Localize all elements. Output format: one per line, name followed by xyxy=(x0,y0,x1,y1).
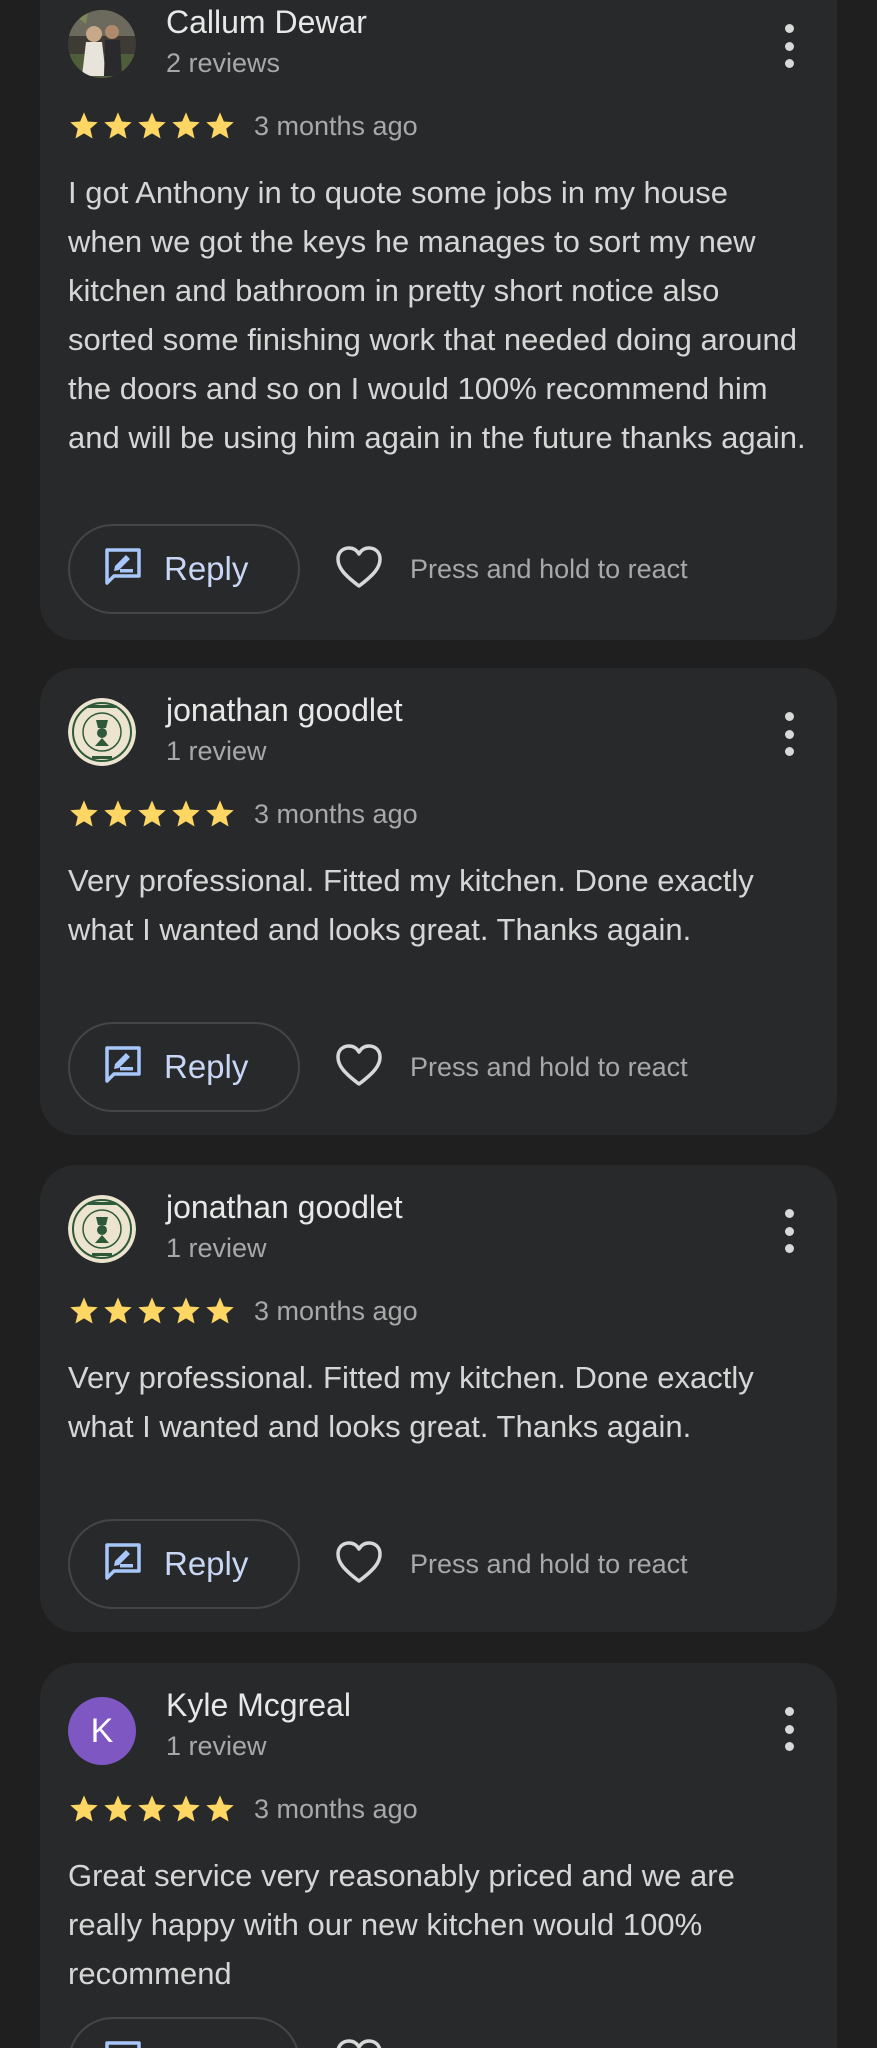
more-vertical-icon[interactable] xyxy=(779,1209,799,1253)
star-icon xyxy=(104,800,132,827)
review-time: 3 months ago xyxy=(254,798,418,829)
star-rating xyxy=(68,110,238,142)
avatar[interactable] xyxy=(68,10,136,78)
star-rating xyxy=(68,798,238,830)
review-time: 3 months ago xyxy=(254,110,418,141)
rating-row: 3 months ago xyxy=(68,796,418,832)
review-card: Callum Dewar 2 reviews 3 months ago I go… xyxy=(40,0,837,640)
more-vertical-icon[interactable] xyxy=(779,1707,799,1751)
react-button[interactable]: Press and hold to react xyxy=(334,2017,688,2048)
react-button[interactable]: Press and hold to react xyxy=(334,1519,688,1609)
react-button[interactable]: Press and hold to react xyxy=(334,524,688,614)
star-icon xyxy=(206,112,234,139)
star-icon xyxy=(138,112,166,139)
star-icon xyxy=(206,800,234,827)
react-label: Press and hold to react xyxy=(410,1051,688,1082)
review-card: jonathan goodlet 1 review 3 months ago V… xyxy=(40,1165,837,1632)
review-card: jonathan goodlet 1 review 3 months ago V… xyxy=(40,668,837,1135)
more-vertical-icon[interactable] xyxy=(779,24,799,68)
star-icon xyxy=(104,112,132,139)
heart-outline-icon xyxy=(334,1539,384,1590)
star-icon xyxy=(70,1795,98,1822)
review-text: I got Anthony in to quote some jobs in m… xyxy=(68,175,806,455)
react-button[interactable]: Press and hold to react xyxy=(334,1022,688,1112)
review-time: 3 months ago xyxy=(254,1295,418,1326)
star-icon xyxy=(172,1795,200,1822)
rating-row: 3 months ago xyxy=(68,108,418,144)
avatar[interactable]: K xyxy=(68,1697,136,1765)
edit-reply-icon xyxy=(102,546,144,593)
react-label: Press and hold to react xyxy=(410,553,688,584)
reply-button[interactable]: Reply xyxy=(68,2017,300,2048)
reply-button[interactable]: Reply xyxy=(68,1022,300,1112)
review-card: K Kyle Mcgreal 1 review 3 months ago Gre… xyxy=(40,1663,837,2048)
review-time: 3 months ago xyxy=(254,1793,418,1824)
rating-row: 3 months ago xyxy=(68,1791,418,1827)
reply-label: Reply xyxy=(164,2043,248,2048)
star-icon xyxy=(172,1297,200,1324)
star-icon xyxy=(104,1297,132,1324)
star-icon xyxy=(104,1795,132,1822)
edit-reply-icon xyxy=(102,1541,144,1588)
reviewer-name[interactable]: Kyle Mcgreal xyxy=(166,1687,351,1724)
reviewer-name[interactable]: jonathan goodlet xyxy=(166,1189,403,1226)
star-rating xyxy=(68,1295,238,1327)
star-icon xyxy=(70,1297,98,1324)
star-icon xyxy=(206,1297,234,1324)
star-icon xyxy=(172,112,200,139)
heart-outline-icon xyxy=(334,2037,384,2048)
avatar[interactable] xyxy=(68,1195,136,1263)
review-text: Great service very reasonably priced and… xyxy=(68,1858,735,1991)
edit-reply-icon xyxy=(102,1044,144,1091)
more-vertical-icon[interactable] xyxy=(779,712,799,756)
review-text: Very professional. Fitted my kitchen. Do… xyxy=(68,863,754,947)
review-text: Very professional. Fitted my kitchen. Do… xyxy=(68,1360,754,1444)
reviewer-review-count: 1 review xyxy=(166,736,267,766)
rating-row: 3 months ago xyxy=(68,1293,418,1329)
edit-reply-icon xyxy=(102,2039,144,2048)
heart-outline-icon xyxy=(334,544,384,595)
reply-label: Reply xyxy=(164,1048,249,1085)
avatar[interactable] xyxy=(68,698,136,766)
star-icon xyxy=(138,800,166,827)
star-icon xyxy=(206,1795,234,1822)
reviewer-name[interactable]: jonathan goodlet xyxy=(166,692,403,729)
reviewer-review-count: 2 reviews xyxy=(166,48,281,78)
react-label: Press and hold to react xyxy=(410,1548,688,1579)
star-icon xyxy=(138,1297,166,1324)
reply-button[interactable]: Reply xyxy=(68,524,300,614)
reply-label: Reply xyxy=(164,1545,249,1582)
star-icon xyxy=(70,112,98,139)
reviewer-review-count: 1 review xyxy=(166,1233,267,1263)
reviewer-review-count: 1 review xyxy=(166,1731,267,1761)
star-icon xyxy=(138,1795,166,1822)
reviews-feed: Callum Dewar 2 reviews 3 months ago I go… xyxy=(0,0,877,2048)
star-icon xyxy=(70,800,98,827)
star-rating xyxy=(68,1793,238,1825)
heart-outline-icon xyxy=(334,1042,384,1093)
reply-button[interactable]: Reply xyxy=(68,1519,300,1609)
reviewer-name[interactable]: Callum Dewar xyxy=(166,4,367,41)
reply-label: Reply xyxy=(164,550,249,587)
star-icon xyxy=(172,800,200,827)
